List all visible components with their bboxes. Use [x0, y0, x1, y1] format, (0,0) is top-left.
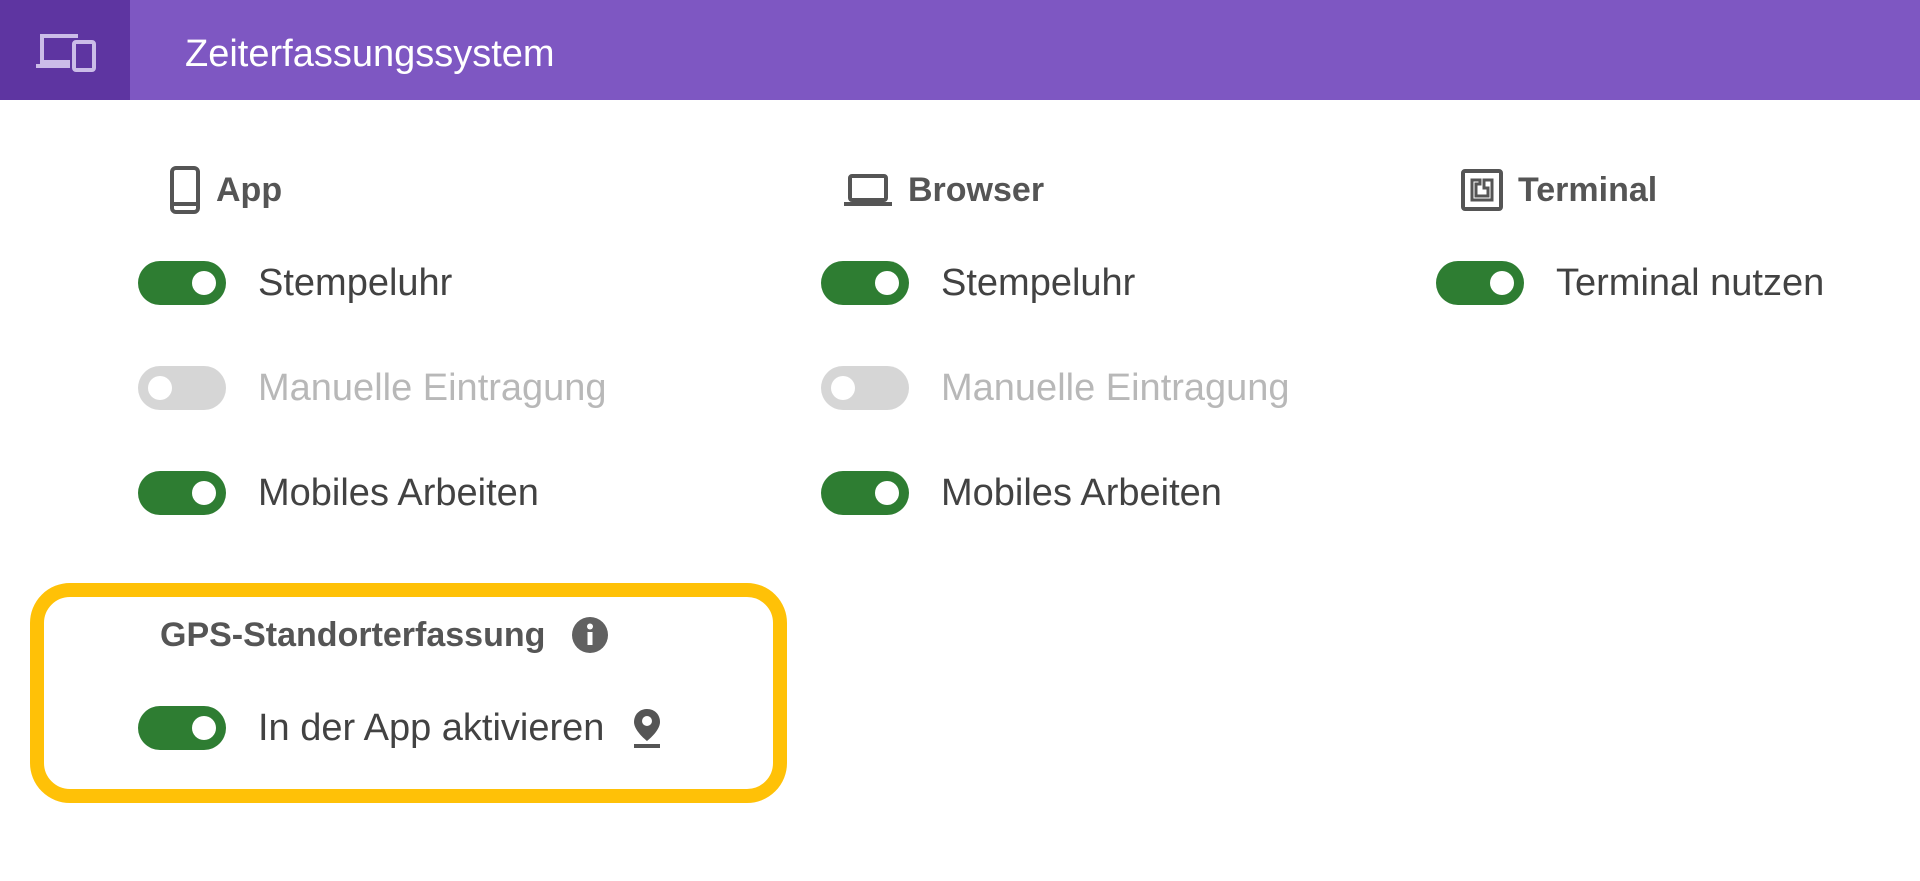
laptop-icon: [844, 174, 892, 206]
toggle-switch-on[interactable]: [821, 471, 909, 515]
column-label: Terminal: [1518, 170, 1658, 209]
option-app-stempeluhr[interactable]: Stempeluhr: [138, 259, 452, 307]
toggle-switch-on[interactable]: [138, 471, 226, 515]
column-header-app: App: [168, 165, 282, 215]
option-label: Stempeluhr: [941, 261, 1136, 304]
column-header-browser: Browser: [842, 165, 1044, 215]
option-browser-manuelle-eintragung: Manuelle Eintragung: [821, 364, 1290, 412]
page-title: Zeiterfassungssystem: [185, 33, 555, 75]
option-label: Manuelle Eintragung: [258, 366, 607, 409]
option-label: Mobiles Arbeiten: [258, 471, 539, 514]
app-header: Zeiterfassungssystem: [0, 0, 1920, 100]
toggle-switch-on[interactable]: [138, 261, 226, 305]
option-app-manuelle-eintragung: Manuelle Eintragung: [138, 364, 607, 412]
info-icon[interactable]: [571, 616, 609, 654]
option-browser-stempeluhr[interactable]: Stempeluhr: [821, 259, 1135, 307]
toggle-switch-on[interactable]: [138, 706, 226, 750]
gps-section-title: GPS-Standorterfassung: [160, 610, 609, 660]
location-pin-icon: [632, 707, 662, 749]
gps-title-label: GPS-Standorterfassung: [160, 615, 546, 654]
option-label: Terminal nutzen: [1556, 261, 1825, 304]
column-label: Browser: [908, 170, 1045, 209]
column-label: App: [216, 170, 283, 209]
option-app-mobiles-arbeiten[interactable]: Mobiles Arbeiten: [138, 469, 539, 517]
option-label: Mobiles Arbeiten: [941, 471, 1222, 514]
option-label: Manuelle Eintragung: [941, 366, 1290, 409]
option-terminal-nutzen[interactable]: Terminal nutzen: [1436, 259, 1824, 307]
toggle-switch-on[interactable]: [1436, 261, 1524, 305]
nfc-terminal-icon: [1461, 169, 1503, 211]
option-browser-mobiles-arbeiten[interactable]: Mobiles Arbeiten: [821, 469, 1222, 517]
toggle-switch-on[interactable]: [821, 261, 909, 305]
column-header-terminal: Terminal: [1460, 165, 1657, 215]
header-icon-box: [0, 0, 130, 100]
option-label: Stempeluhr: [258, 261, 453, 304]
devices-icon: [36, 34, 96, 72]
toggle-switch-disabled: [821, 366, 909, 410]
option-label: In der App aktivieren: [258, 706, 605, 749]
smartphone-icon: [170, 166, 200, 214]
toggle-switch-disabled: [138, 366, 226, 410]
option-gps-in-app[interactable]: In der App aktivieren: [138, 704, 662, 752]
